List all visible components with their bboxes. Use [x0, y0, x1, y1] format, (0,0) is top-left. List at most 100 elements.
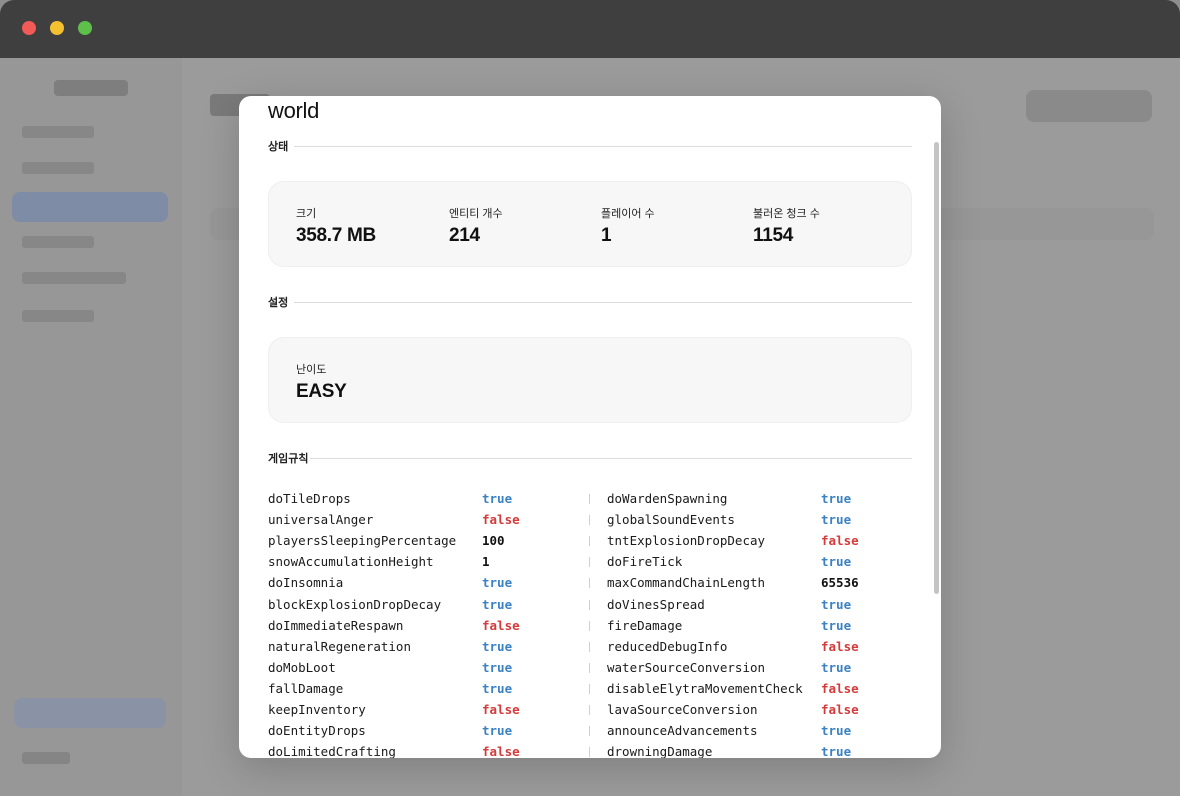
gamerules-section-header: 게임규칙 [268, 450, 912, 466]
stat-size: 크기 358.7 MB [296, 205, 376, 247]
stat-label: 엔티티 개수 [449, 208, 503, 220]
gamerule-value: false [482, 744, 520, 758]
gamerule-value: true [821, 491, 852, 506]
setting-difficulty: 난이도 EASY [296, 361, 347, 403]
background-nav-item [22, 236, 94, 248]
background-bottom-item [22, 752, 70, 764]
gamerule-name: doWardenSpawning [607, 491, 728, 506]
column-divider [589, 620, 590, 631]
gamerule-name: waterSourceConversion [607, 659, 766, 675]
background-sidebar [0, 58, 182, 796]
gamerule-name: snowAccumulationHeight [268, 554, 434, 570]
gamerule-row: doMobLoot true [268, 657, 568, 678]
gamerule-name: playersSleepingPercentage [268, 533, 457, 549]
status-section-header: 상태 [268, 138, 912, 154]
gamerule-row: globalSoundEvents true [607, 509, 912, 530]
gamerule-name: doMobLoot [268, 659, 336, 675]
gamerule-value: true [821, 659, 852, 675]
app-window: world 상태 크기 358.7 MB 엔티티 개수 214 플레이어 수 1… [0, 0, 1180, 796]
stat-value: 358.7 MB [296, 225, 376, 246]
gamerule-value: true [821, 512, 852, 528]
gamerule-value: true [482, 596, 513, 612]
gamerule-name: doImmediateRespawn [268, 617, 404, 633]
modal-scrollbar[interactable] [934, 142, 939, 594]
background-nav-item [22, 162, 94, 174]
gamerule-value: true [482, 680, 513, 696]
gamerule-name: lavaSourceConversion [607, 702, 758, 717]
gamerule-row: keepInventory false [268, 699, 568, 720]
gamerule-name: disableElytraMovementCheck [607, 680, 803, 696]
gamerule-value: true [821, 744, 852, 758]
gamerule-name: tntExplosionDropDecay [607, 533, 766, 549]
gamerule-row: maxCommandChainLength 65536 [607, 572, 912, 593]
gamerule-value: false [821, 533, 859, 549]
column-divider [589, 599, 590, 610]
gamerule-name: doFireTick [607, 554, 683, 570]
stat-value: 1 [601, 225, 612, 246]
gamerule-row: reducedDebugInfo false [607, 636, 912, 657]
settings-section-header: 설정 [268, 294, 912, 310]
gamerule-name: reducedDebugInfo [607, 638, 728, 654]
divider-line [310, 458, 912, 459]
gamerule-row: lavaSourceConversion false [607, 699, 912, 720]
gamerule-value: true [482, 638, 513, 654]
gamerule-name: doEntityDrops [268, 723, 366, 739]
gamerule-name: doVinesSpread [607, 596, 705, 612]
gamerule-value: true [821, 723, 852, 739]
gamerule-value: false [821, 702, 859, 717]
column-divider [589, 515, 590, 526]
column-divider [589, 705, 590, 715]
column-divider [589, 747, 590, 758]
gamerule-value: true [482, 723, 513, 739]
gamerule-name: fallDamage [268, 680, 344, 696]
gamerule-row: tntExplosionDropDecay false [607, 530, 912, 551]
gamerule-name: doTileDrops [268, 491, 351, 506]
background-nav-item-active [12, 192, 168, 222]
background-nav-item [22, 310, 94, 322]
gamerules-heading: 게임규칙 [268, 453, 309, 465]
column-divider [589, 536, 590, 547]
stat-value: 214 [449, 225, 480, 246]
status-heading: 상태 [268, 141, 289, 153]
gamerule-value: true [482, 575, 513, 591]
stat-value: 1154 [753, 225, 794, 246]
gamerule-value: 1 [482, 554, 490, 570]
gamerule-row: doEntityDrops true [268, 720, 568, 741]
gamerule-name: keepInventory [268, 702, 366, 717]
settings-heading: 설정 [268, 297, 289, 309]
column-divider [589, 557, 590, 568]
column-divider [589, 662, 590, 673]
gamerule-row: doImmediateRespawn false [268, 615, 568, 636]
stat-entity-count: 엔티티 개수 214 [449, 205, 503, 247]
column-divider [589, 683, 590, 694]
window-zoom-icon[interactable] [78, 21, 92, 35]
background-nav-item [22, 272, 126, 284]
gamerule-name: blockExplosionDropDecay [268, 596, 442, 612]
column-divider [589, 578, 590, 589]
gamerule-name: drowningDamage [607, 744, 713, 758]
modal-title: world [268, 98, 320, 123]
gamerule-value: true [821, 554, 852, 570]
divider-line [294, 302, 912, 303]
gamerule-row: disableElytraMovementCheck false [607, 678, 912, 699]
gamerule-value: false [482, 512, 520, 528]
column-divider [589, 494, 590, 504]
gamerule-row: fallDamage true [268, 678, 568, 699]
stat-label: 불러온 청크 수 [753, 208, 820, 220]
background-nav-item [22, 126, 94, 138]
window-close-icon[interactable] [22, 21, 36, 35]
gamerule-value: true [821, 596, 852, 612]
title-bar [0, 0, 1180, 58]
column-divider [589, 641, 590, 652]
window-minimize-icon[interactable] [50, 21, 64, 35]
gamerule-row: announceAdvancements true [607, 720, 912, 741]
gamerule-name: naturalRegeneration [268, 638, 411, 654]
gamerule-name: doInsomnia [268, 575, 344, 591]
gamerule-value: false [482, 702, 520, 717]
gamerule-row: blockExplosionDropDecay true [268, 594, 568, 615]
background-action-button [1026, 90, 1152, 122]
stat-label: 크기 [296, 208, 317, 220]
gamerule-name: fireDamage [607, 617, 683, 633]
gamerule-name: announceAdvancements [607, 723, 758, 739]
gamerule-row: drowningDamage true [607, 741, 912, 758]
